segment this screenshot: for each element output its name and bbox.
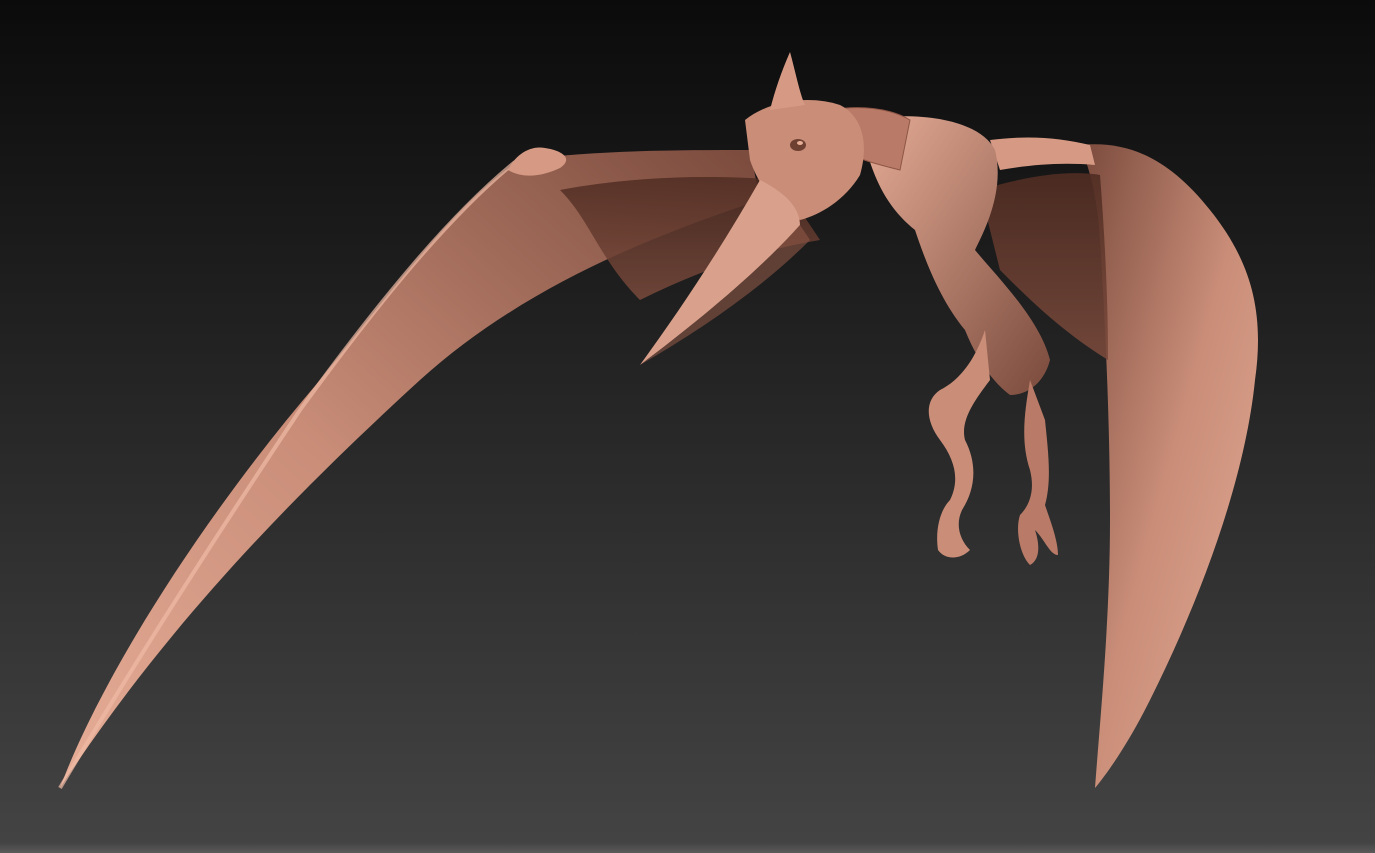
pterosaur-model[interactable]: [0, 0, 1375, 853]
eye: [790, 139, 806, 151]
viewport-bottom-edge: [0, 843, 1375, 853]
eye-highlight: [797, 141, 803, 145]
crest: [770, 52, 805, 110]
right-wing: [1080, 144, 1258, 788]
right-leg: [1018, 380, 1058, 565]
sculpt-viewport[interactable]: [0, 0, 1375, 853]
right-arm: [990, 137, 1095, 170]
left-leg: [928, 330, 990, 558]
